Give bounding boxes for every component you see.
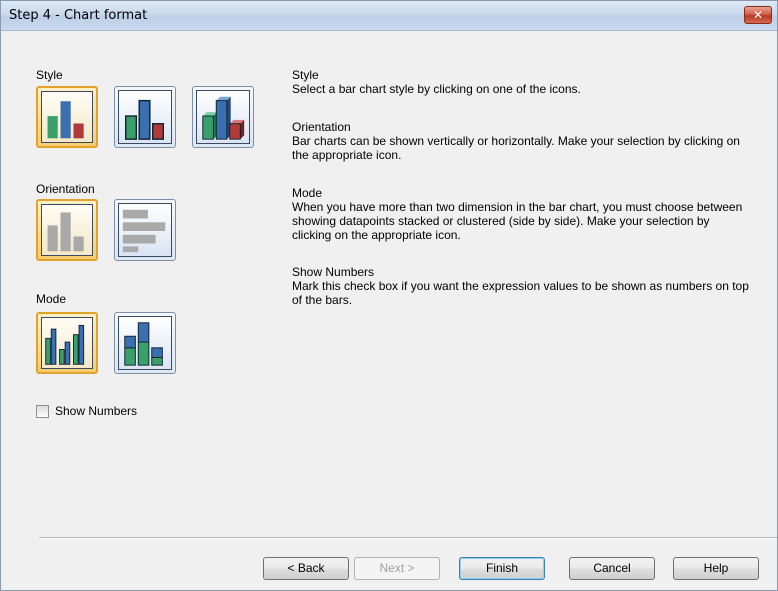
mode-label: Mode <box>36 292 67 306</box>
show-numbers-row[interactable]: Show Numbers <box>36 404 137 418</box>
bar-chart-flat-icon <box>41 91 93 143</box>
style-option-3d[interactable] <box>192 86 254 148</box>
cancel-button[interactable]: Cancel <box>569 557 655 580</box>
orientation-help-title: Orientation <box>292 120 351 134</box>
style-help-title: Style <box>292 68 319 82</box>
orientation-label: Orientation <box>36 182 95 196</box>
bar-chart-3d-icon <box>196 90 250 144</box>
numbers-help: Show Numbers Mark this check box if you … <box>292 265 752 307</box>
horizontal-bars-icon <box>118 203 172 257</box>
orientation-vertical[interactable] <box>36 199 98 261</box>
vertical-bars-icon <box>41 204 93 256</box>
button-separator <box>39 537 777 539</box>
bar-chart-outlined-icon <box>118 90 172 144</box>
mode-help-title: Mode <box>292 186 323 200</box>
back-button[interactable]: < Back <box>263 557 349 580</box>
stacked-bars-icon <box>118 316 172 370</box>
orientation-help-text: Bar charts can be shown vertically or ho… <box>292 134 740 162</box>
style-option-flat[interactable] <box>36 86 98 148</box>
orientation-horizontal[interactable] <box>114 199 176 261</box>
numbers-help-text: Mark this check box if you want the expr… <box>292 279 749 307</box>
finish-button[interactable]: Finish <box>459 557 545 580</box>
style-help-text: Select a bar chart style by clicking on … <box>292 82 581 96</box>
show-numbers-label: Show Numbers <box>55 404 138 418</box>
mode-stacked[interactable] <box>114 312 176 374</box>
style-label: Style <box>36 68 63 82</box>
mode-clustered[interactable] <box>36 312 98 374</box>
mode-help-text: When you have more than two dimension in… <box>292 200 743 242</box>
next-button[interactable]: Next > <box>354 557 440 580</box>
close-icon: ✕ <box>752 8 764 22</box>
mode-help: Mode When you have more than two dimensi… <box>292 186 752 242</box>
style-help: Style Select a bar chart style by clicki… <box>292 68 752 96</box>
window-title: Step 4 - Chart format <box>9 8 148 23</box>
title-bar: Step 4 - Chart format ✕ <box>1 1 777 31</box>
clustered-bars-icon <box>41 317 93 369</box>
help-button[interactable]: Help <box>673 557 759 580</box>
orientation-help: Orientation Bar charts can be shown vert… <box>292 120 752 162</box>
numbers-help-title: Show Numbers <box>292 265 375 279</box>
chart-format-dialog: Step 4 - Chart format ✕ Style Orientatio… <box>0 0 778 591</box>
close-button[interactable]: ✕ <box>744 6 772 24</box>
show-numbers-checkbox[interactable] <box>36 404 49 418</box>
dialog-body: Style Orientation Mode Show Numbers Styl… <box>1 32 777 536</box>
style-option-outlined[interactable] <box>114 86 176 148</box>
